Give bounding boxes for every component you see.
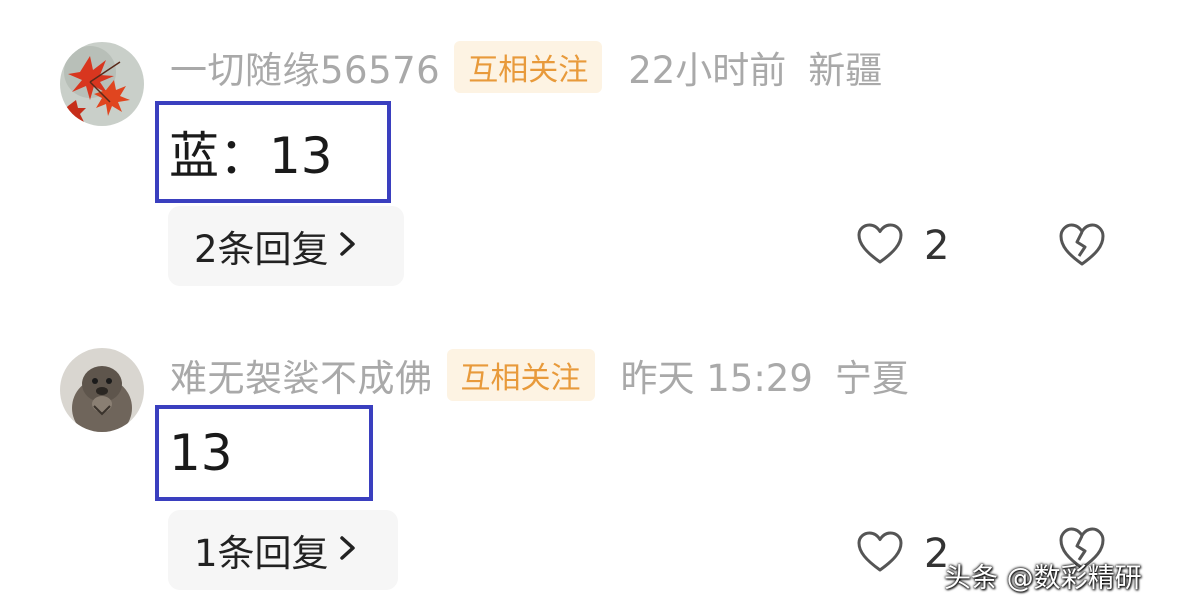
replies-label: 1条回复: [194, 532, 329, 575]
replies-label: 2条回复: [194, 228, 329, 271]
like-button[interactable]: 2: [856, 222, 949, 270]
comment-item: 一切随缘56576 互相关注 22小时前 新疆 蓝：13 2条回复 2: [0, 0, 1179, 300]
comment-location: 新疆: [808, 49, 883, 92]
comment-meta: 难无袈裟不成佛 互相关注 昨天 15:29 宁夏: [170, 348, 909, 402]
username[interactable]: 一切随缘56576: [170, 40, 440, 94]
avatar[interactable]: [60, 42, 144, 126]
mutual-follow-badge: 互相关注: [446, 349, 595, 401]
dislike-button[interactable]: [1058, 222, 1106, 272]
like-button[interactable]: 2: [856, 530, 949, 578]
view-replies-button[interactable]: 1条回复: [168, 510, 398, 590]
comment-text: 13: [169, 424, 233, 482]
broken-heart-icon: [1058, 223, 1106, 272]
comment-content-highlight: 13: [155, 405, 373, 501]
comment-meta: 一切随缘56576 互相关注 22小时前 新疆: [170, 40, 882, 94]
chevron-right-icon: [339, 226, 357, 266]
comment-time: 昨天 15:29: [620, 357, 813, 400]
comment-location: 宁夏: [834, 357, 909, 400]
comment-text: 蓝：13: [169, 127, 333, 185]
view-replies-button[interactable]: 2条回复: [168, 206, 404, 286]
heart-icon: [856, 222, 904, 270]
avatar[interactable]: [60, 348, 144, 432]
chevron-right-icon: [339, 530, 357, 570]
comment-time: 22小时前: [628, 49, 787, 92]
like-count: 2: [924, 223, 950, 269]
mutual-follow-badge: 互相关注: [454, 41, 603, 93]
username[interactable]: 难无袈裟不成佛: [170, 348, 433, 402]
heart-icon: [856, 530, 904, 578]
watermark: 头条 @数彩精研: [944, 563, 1142, 594]
comment-content-highlight: 蓝：13: [155, 101, 391, 203]
